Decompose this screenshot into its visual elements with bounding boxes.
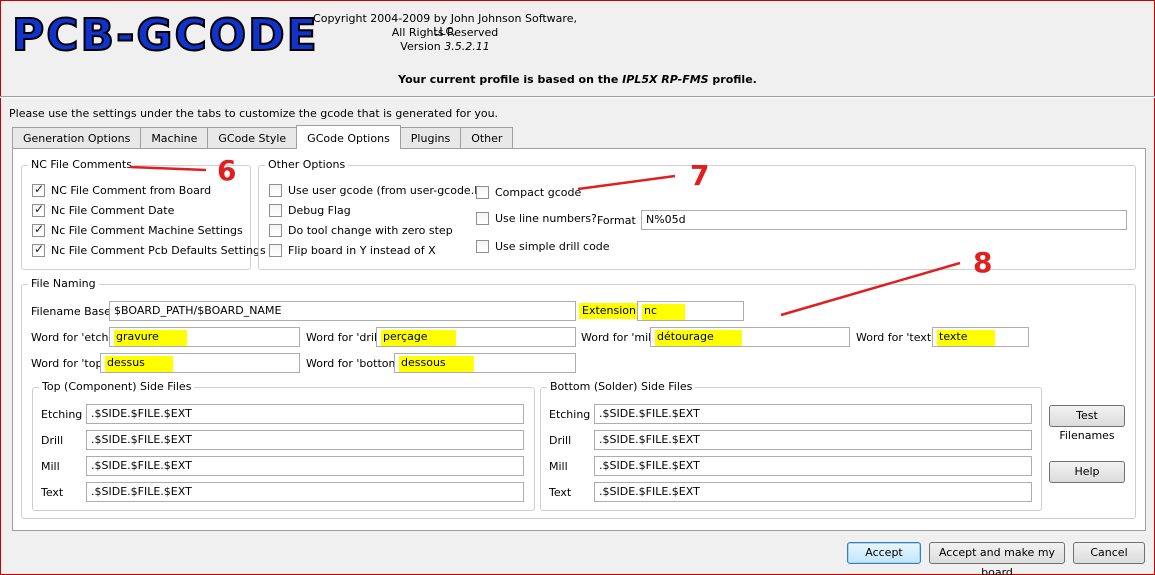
annotation-number-7: 7 [690,159,710,192]
annotation-number-6: 6 [217,154,237,187]
tab-gcode-options[interactable]: GCode Options [296,125,401,149]
annotation-line-8 [780,261,961,317]
annotation-overlay [129,165,961,317]
annotation-line-7 [577,174,676,191]
annotation-number-8: 8 [973,246,993,279]
annotation-line-6 [129,165,207,172]
